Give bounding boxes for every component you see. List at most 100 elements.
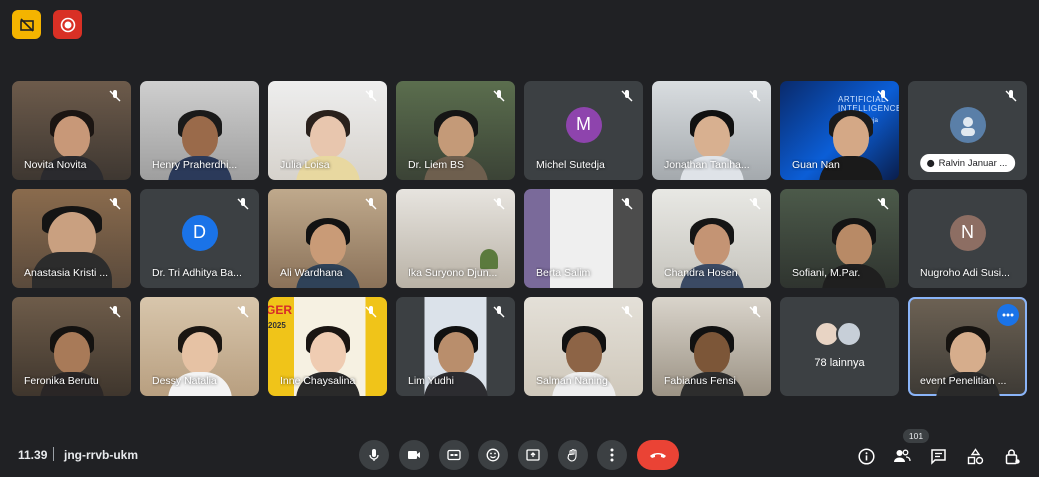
participant-name: Dr. Liem BS [408,159,465,171]
mic-off-icon [621,90,633,102]
camera-off-button[interactable] [12,10,41,39]
reactions-button[interactable] [478,440,508,470]
participant-name: Lim Yudhi [408,375,454,387]
participant-name: Novita Novita [24,159,87,171]
participant-tile[interactable]: M Michel Sutedja [524,81,643,180]
record-icon [60,17,75,32]
participant-name: Salman Naning [536,375,608,387]
room-plant [480,249,498,269]
participant-tile[interactable]: Ali Wardhana [268,189,387,288]
mic-off-icon [749,306,761,318]
lock-person-icon [1005,448,1020,464]
participant-name: Ali Wardhana [280,267,343,279]
hand-icon [926,159,934,167]
participant-tile[interactable]: Jonathan Taniha... [652,81,771,180]
mic-off-icon [749,90,761,102]
activities-button[interactable] [964,445,986,467]
mic-off-icon [493,90,505,102]
participant-tile[interactable]: Chandra Hosen [652,189,771,288]
participant-tile[interactable]: GER 2025 Inne Chaysalina [268,297,387,396]
bottom-bar: 11.39 jng-rrvb-ukm [0,438,1039,472]
mic-off-icon [109,198,121,210]
avatar: M [565,106,602,143]
participant-name: Chandra Hosen [664,267,738,279]
present-button[interactable] [518,440,548,470]
banner-text: GER [268,303,293,317]
participant-name: Fabianus Fensi [664,375,736,387]
participant-tile[interactable]: Lim Yudhi [396,297,515,396]
meeting-code: jng-rrvb-ukm [64,448,139,462]
avatar [835,321,862,347]
mic-off-icon [621,306,633,318]
captions-button[interactable] [439,440,469,470]
participant-name: Inne Chaysalina [280,375,356,387]
participant-tile[interactable]: Feronika Berutu [12,297,131,396]
present-screen-icon [526,449,540,461]
participant-name: Anastasia Kristi ... [24,267,109,279]
participant-tile[interactable]: Henry Praherdhi... [140,81,259,180]
mic-icon [369,449,379,461]
participant-name: event Penelitian ... [920,375,1007,387]
activities-icon [967,447,983,464]
call-end-icon [650,453,666,458]
avatar: N [949,214,986,251]
more-options-button[interactable] [997,304,1019,326]
participant-tile[interactable]: Salman Naning [524,297,643,396]
people-icon [894,449,911,462]
participant-tile[interactable]: Fabianus Fensi [652,297,771,396]
raise-hand-button[interactable] [558,440,588,470]
participant-name: Dr. Tri Adhitya Ba... [152,267,242,279]
participant-tile[interactable]: Dr. Liem BS [396,81,515,180]
participant-tile[interactable]: Ika Suryono Djun... [396,189,515,288]
name-pill: Ralvin Januar ... [919,154,1016,172]
participant-name: Ralvin Januar ... [938,157,1008,169]
mic-off-icon [109,90,121,102]
participant-tile[interactable]: D Dr. Tri Adhitya Ba... [140,189,259,288]
participant-name: Ika Suryono Djun... [408,267,498,279]
participant-tile[interactable]: Novita Novita [12,81,131,180]
videocam-icon [408,451,420,459]
participant-name: Dessy Natalia [152,375,217,387]
others-count: 78 lainnya [814,357,865,369]
participant-name: Julia Loisa [280,159,330,171]
mic-off-icon [877,90,889,102]
participant-name: Berta Salim [536,267,591,279]
participant-tile[interactable]: Julia Loisa [268,81,387,180]
participant-tile[interactable]: Dessy Natalia [140,297,259,396]
participant-tile[interactable]: ARTIFICIAL INTELLIGENCE m Pembelaja Guan… [780,81,899,180]
mic-off-icon [109,306,121,318]
participant-name: Sofiani, M.Par. [792,267,861,279]
mic-off-icon [237,306,249,318]
record-button[interactable] [53,10,82,39]
mic-off-icon [365,198,377,210]
participant-tile[interactable]: N Nugroho Adi Susi... [908,189,1027,288]
participant-name: Jonathan Taniha... [664,159,750,171]
host-controls-button[interactable] [1001,445,1023,467]
people-button[interactable] [891,445,913,467]
mic-off-icon [749,198,761,210]
participant-tile[interactable]: Sofiani, M.Par. [780,189,899,288]
leave-call-button[interactable] [637,440,679,470]
mic-off-icon [365,306,377,318]
participant-tile[interactable]: Anastasia Kristi ... [12,189,131,288]
info-icon [857,447,875,465]
participant-tile[interactable]: Ralvin Januar ... [908,81,1027,180]
people-count-badge: 101 [903,429,929,443]
more-options-button[interactable] [597,440,627,470]
mic-button[interactable] [359,440,389,470]
mic-off-icon [493,198,505,210]
mic-off-icon [1005,90,1017,102]
chat-icon [930,448,946,465]
participant-name: Michel Sutedja [536,159,605,171]
meeting-time: 11.39 [18,448,48,462]
participant-tile[interactable]: Berta Salim [524,189,643,288]
participant-name: Nugroho Adi Susi... [920,267,1010,279]
participant-tile[interactable]: event Penelitian ... [908,297,1027,396]
mic-off-icon [237,198,249,210]
camera-button[interactable] [399,440,429,470]
others-tile[interactable]: 78 lainnya [780,297,899,396]
emoji-icon [486,448,500,462]
chat-button[interactable] [927,445,949,467]
divider [53,447,54,461]
meeting-details-button[interactable] [855,445,877,467]
